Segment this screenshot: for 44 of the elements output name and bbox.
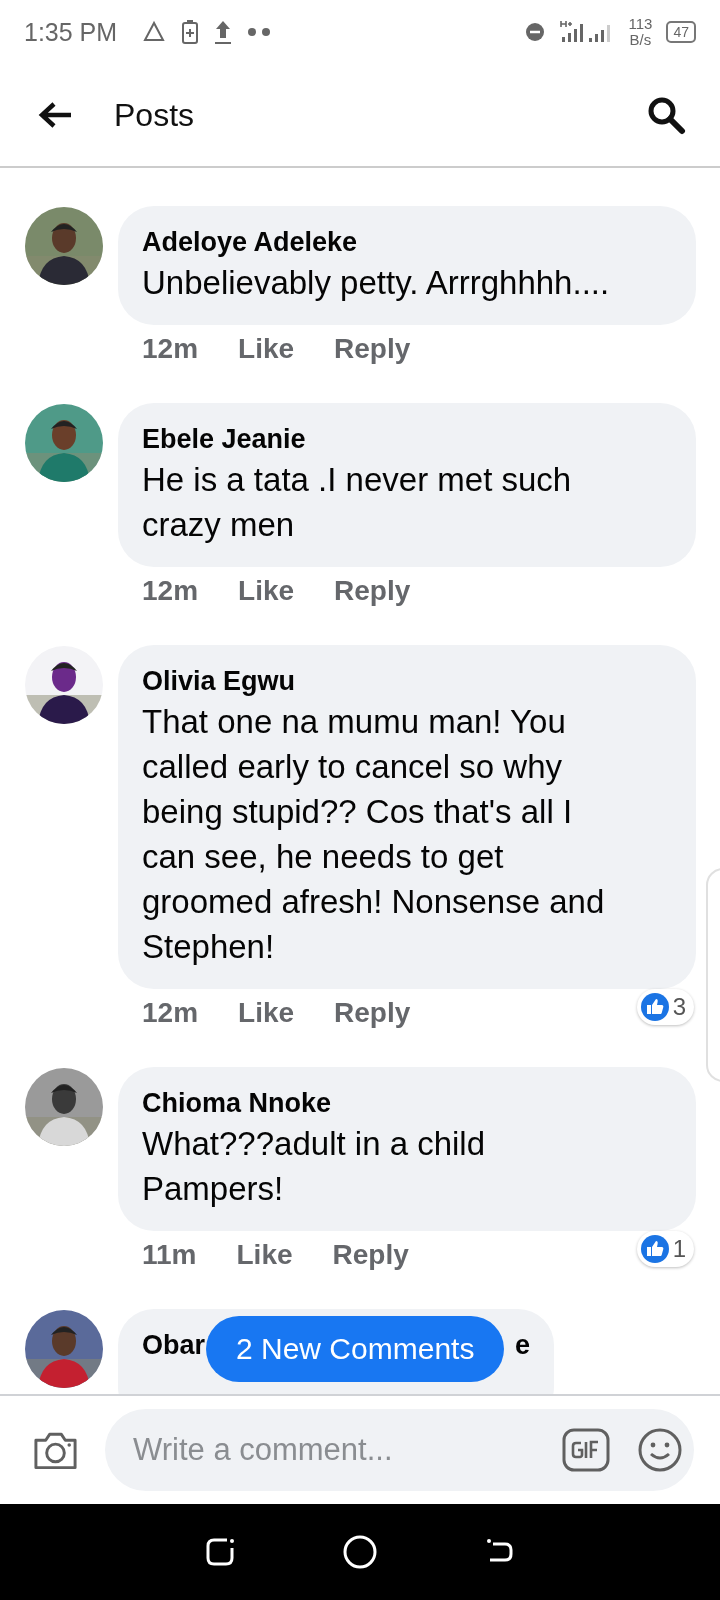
reaction-count: 3: [672, 993, 686, 1021]
search-icon[interactable]: [646, 95, 686, 135]
reaction-badge[interactable]: 1: [636, 1231, 694, 1267]
like-link[interactable]: Like: [238, 575, 295, 607]
do-not-disturb-icon: [524, 22, 545, 42]
comment-time: 11m: [142, 1239, 197, 1271]
like-icon: [639, 1234, 670, 1264]
like-link[interactable]: Like: [238, 333, 295, 365]
commenter-name[interactable]: Ebele Jeanie: [142, 421, 306, 457]
reaction-count: 1: [672, 1235, 686, 1263]
comment-text: He is a tata .I never met such crazy men: [142, 460, 573, 545]
page-title: Posts: [114, 96, 195, 134]
commenter-name[interactable]: e: [515, 1327, 531, 1363]
comment-time: 12m: [142, 575, 199, 607]
commenter-name[interactable]: Adeloye Adeleke: [142, 224, 358, 260]
battery-level: 47: [666, 21, 696, 43]
reply-link[interactable]: Reply: [334, 997, 411, 1029]
comment-field[interactable]: Write a comment...: [105, 1409, 694, 1491]
reaction-badge[interactable]: 3: [636, 989, 694, 1025]
comment-text: Unbelievably petty. Arrrghhhh....: [142, 263, 611, 303]
comment-text: That one na mumu man! You called early to cancel so why being stupid?? Cos that's all I can see, he needs to get groomed afresh! Nonsense and Stephen!: [142, 702, 606, 967]
reply-link[interactable]: Reply: [332, 1239, 409, 1271]
like-link[interactable]: Like: [236, 1239, 293, 1271]
reply-link[interactable]: Reply: [334, 575, 411, 607]
commenter-name[interactable]: Chioma Nnoke: [142, 1085, 332, 1121]
network-unit: B/s: [628, 32, 653, 48]
comment-time: 12m: [142, 333, 199, 365]
network-speed: 113: [628, 16, 653, 32]
home-icon[interactable]: [342, 1534, 378, 1570]
reply-link[interactable]: Reply: [334, 333, 411, 365]
new-comments-button[interactable]: 2 New Comments: [206, 1316, 505, 1382]
like-link[interactable]: Like: [238, 997, 295, 1029]
status-time: 1:35 PM: [24, 17, 118, 47]
like-icon: [639, 992, 670, 1022]
commenter-name[interactable]: Olivia Egwu: [142, 663, 296, 699]
commenter-name[interactable]: Obar: [142, 1327, 206, 1363]
emoji-icon[interactable]: [638, 1428, 682, 1472]
gif-icon[interactable]: [562, 1428, 610, 1472]
battery-icon: [181, 19, 200, 45]
comment-input-field[interactable]: Write a comment...: [131, 1431, 534, 1469]
comment-time: 12m: [142, 997, 199, 1029]
comment-text: What???adult in a child Pampers!: [142, 1124, 487, 1209]
upload-icon: [213, 19, 234, 45]
back-arrow-icon[interactable]: [38, 100, 74, 130]
